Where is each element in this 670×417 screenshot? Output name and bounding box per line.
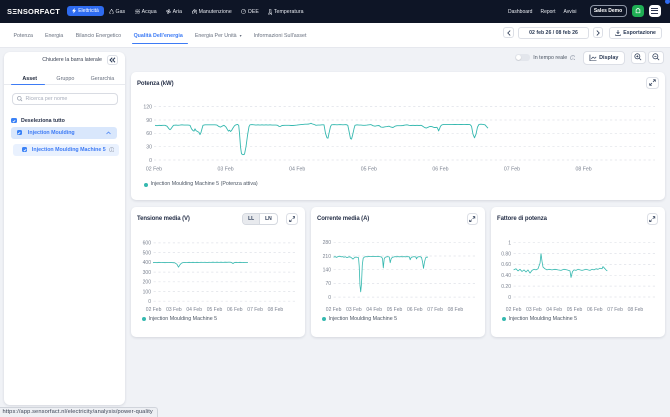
svg-text:03 Feb: 03 Feb xyxy=(346,307,362,313)
svg-text:02 Feb: 02 Feb xyxy=(146,166,162,172)
svg-text:0.40: 0.40 xyxy=(501,273,511,279)
svg-text:0.60: 0.60 xyxy=(501,262,511,268)
svg-text:30: 30 xyxy=(146,144,152,150)
svg-text:06 Feb: 06 Feb xyxy=(407,307,423,313)
svg-text:05 Feb: 05 Feb xyxy=(567,307,583,313)
svg-text:04 Feb: 04 Feb xyxy=(186,307,202,313)
svg-text:100: 100 xyxy=(143,289,152,295)
svg-text:02 Feb: 02 Feb xyxy=(326,307,342,313)
svg-text:06 Feb: 06 Feb xyxy=(227,307,243,313)
svg-text:120: 120 xyxy=(143,104,152,110)
svg-text:08 Feb: 08 Feb xyxy=(448,307,464,313)
svg-text:03 Feb: 03 Feb xyxy=(218,166,234,172)
svg-text:400: 400 xyxy=(143,260,152,266)
svg-text:600: 600 xyxy=(143,240,152,246)
svg-text:08 Feb: 08 Feb xyxy=(628,307,644,313)
svg-text:60: 60 xyxy=(146,131,152,137)
svg-text:07 Feb: 07 Feb xyxy=(607,307,623,313)
svg-text:500: 500 xyxy=(143,250,152,256)
svg-text:06 Feb: 06 Feb xyxy=(432,166,448,172)
svg-text:07 Feb: 07 Feb xyxy=(427,307,443,313)
svg-text:08 Feb: 08 Feb xyxy=(576,166,592,172)
svg-text:210: 210 xyxy=(323,253,332,259)
svg-text:0.80: 0.80 xyxy=(501,251,511,257)
svg-text:280: 280 xyxy=(323,240,332,246)
svg-text:300: 300 xyxy=(143,269,152,275)
svg-text:08 Feb: 08 Feb xyxy=(268,307,284,313)
svg-text:0.20: 0.20 xyxy=(501,283,511,289)
svg-text:07 Feb: 07 Feb xyxy=(247,307,263,313)
svg-text:04 Feb: 04 Feb xyxy=(366,307,382,313)
svg-text:1: 1 xyxy=(508,240,511,246)
svg-text:02 Feb: 02 Feb xyxy=(506,307,522,313)
svg-text:07 Feb: 07 Feb xyxy=(504,166,520,172)
svg-text:140: 140 xyxy=(323,267,332,273)
svg-text:04 Feb: 04 Feb xyxy=(546,307,562,313)
svg-text:03 Feb: 03 Feb xyxy=(166,307,182,313)
svg-text:0: 0 xyxy=(148,299,151,305)
svg-text:90: 90 xyxy=(146,117,152,123)
svg-text:05 Feb: 05 Feb xyxy=(207,307,223,313)
svg-text:0: 0 xyxy=(149,157,152,163)
svg-text:0: 0 xyxy=(508,294,511,300)
svg-text:70: 70 xyxy=(325,281,331,287)
svg-text:200: 200 xyxy=(143,279,152,285)
svg-text:05 Feb: 05 Feb xyxy=(387,307,403,313)
svg-text:06 Feb: 06 Feb xyxy=(587,307,603,313)
svg-text:0: 0 xyxy=(328,294,331,300)
svg-text:03 Feb: 03 Feb xyxy=(526,307,542,313)
svg-text:04 Feb: 04 Feb xyxy=(289,166,305,172)
svg-text:05 Feb: 05 Feb xyxy=(361,166,377,172)
svg-text:02 Feb: 02 Feb xyxy=(146,307,162,313)
